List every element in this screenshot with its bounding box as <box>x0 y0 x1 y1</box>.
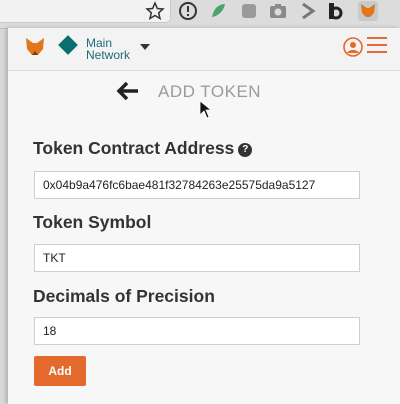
help-icon[interactable]: ? <box>238 143 253 157</box>
network-name-line2: Network <box>86 48 131 62</box>
decimals-label: Decimals of Precision <box>33 286 215 306</box>
extension-b-icon[interactable] <box>325 1 345 21</box>
bookmark-star-icon[interactable] <box>145 1 165 21</box>
extension-leaf-icon[interactable] <box>208 1 228 21</box>
extension-icon[interactable] <box>239 1 259 21</box>
app-header: Main Network <box>8 28 400 71</box>
mouse-cursor-icon <box>199 100 213 120</box>
network-selector[interactable]: Main Network <box>86 37 130 61</box>
add-button[interactable]: Add <box>34 356 86 386</box>
contract-address-label: Token Contract Address? <box>33 138 253 159</box>
token-symbol-label: Token Symbol <box>33 212 152 232</box>
metamask-logo-icon <box>24 36 46 58</box>
browser-toolbar <box>0 0 400 29</box>
decimals-input[interactable]: 18 <box>34 317 360 345</box>
account-icon[interactable] <box>342 36 364 58</box>
extension-chevron-icon[interactable] <box>298 1 318 21</box>
chevron-down-icon[interactable] <box>140 44 150 50</box>
metamask-fox-icon[interactable] <box>358 1 378 21</box>
page-title: ADD TOKEN <box>158 82 262 101</box>
metamask-popup: Main Network ADD TOKEN Token Contract Ad… <box>8 28 400 404</box>
contract-address-label-text: Token Contract Address <box>33 138 235 158</box>
contract-address-input[interactable]: 0x04b9a476fc6bae481f32784263e25575da9a51… <box>34 171 360 199</box>
network-indicator-icon <box>58 35 78 55</box>
back-arrow-icon[interactable] <box>116 81 140 101</box>
token-symbol-input[interactable]: TKT <box>34 244 360 272</box>
menu-icon[interactable] <box>367 37 387 55</box>
camera-icon[interactable] <box>268 1 288 21</box>
info-icon[interactable] <box>178 1 198 21</box>
